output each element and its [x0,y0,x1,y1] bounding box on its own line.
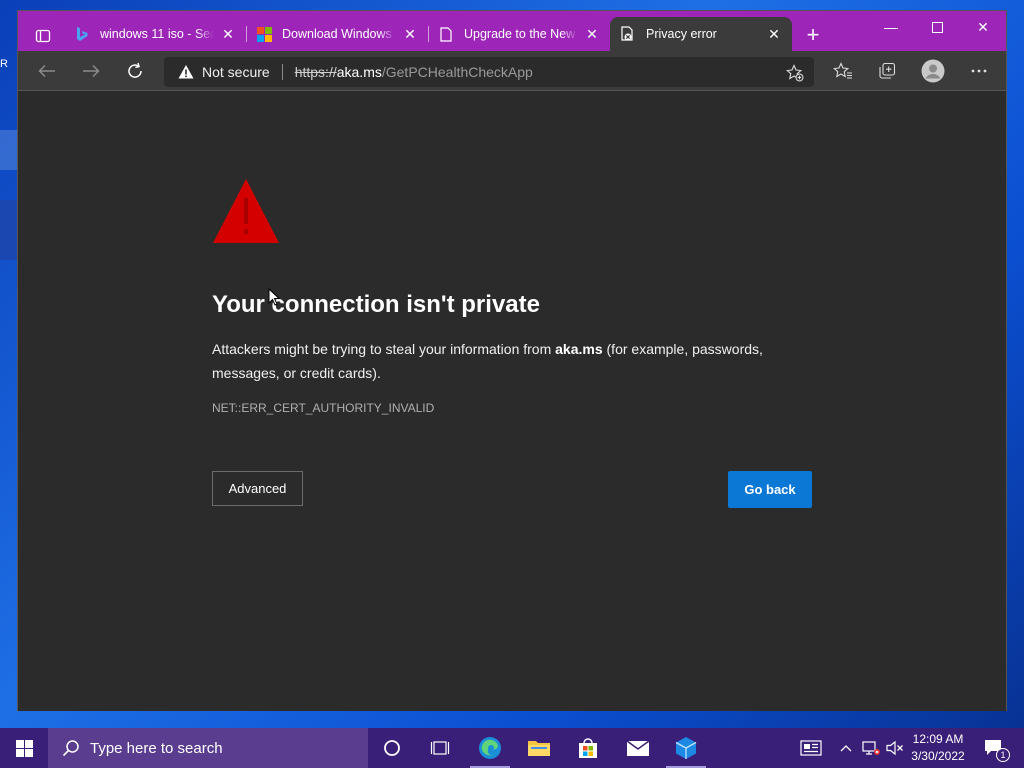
error-page-icon [620,26,636,42]
tab-privacy-error[interactable]: Privacy error ✕ [610,17,792,51]
warning-triangle-icon [213,179,279,243]
microsoft-icon [256,26,272,42]
close-tab-icon[interactable]: ✕ [584,26,600,43]
settings-more-button[interactable] [968,60,990,82]
page-icon [438,26,454,42]
network-button[interactable] [860,728,882,768]
tab-actions-button[interactable] [28,24,58,48]
tab-bing-search[interactable]: windows 11 iso - Search ✕ [64,17,246,51]
url-host: aka.ms [336,64,382,80]
refresh-button[interactable] [122,59,148,83]
tab-label: windows 11 iso - Search [100,27,214,41]
network-icon [862,741,880,755]
close-icon: ✕ [977,18,989,35]
mail-button[interactable] [614,728,662,768]
address-bar[interactable]: Not secure https://aka.ms/GetPCHealthChe… [164,57,814,87]
go-back-button[interactable]: Go back [728,471,812,508]
not-secure-warning-icon[interactable] [178,64,194,80]
desktop-icon-fragment[interactable] [0,200,18,260]
app-button[interactable] [662,728,710,768]
bing-icon [74,26,90,42]
url-protocol: https:// [294,64,337,80]
folder-icon [528,741,550,756]
clock-date: 3/30/2022 [911,749,965,763]
close-window-button[interactable]: ✕ [960,11,1006,43]
collections-button[interactable] [876,60,898,82]
refresh-icon [128,62,142,78]
tab-label: Privacy error [646,27,717,41]
clock-time: 12:09 AM [912,732,964,746]
close-tab-icon[interactable]: ✕ [402,26,418,43]
cortana-button[interactable] [368,728,416,768]
close-tab-icon[interactable]: ✕ [766,26,782,43]
avatar [921,59,945,83]
tab-label: Download Windows 11 [282,27,396,41]
url-path: /GetPCHealthCheckApp [381,64,533,80]
desc-host: aka.ms [555,341,603,357]
minimize-button[interactable]: — [868,11,914,43]
chevron-up-icon [840,745,852,752]
file-explorer-button[interactable] [515,728,563,768]
tab-strip: windows 11 iso - Search ✕ Download Windo… [64,17,792,51]
advanced-button[interactable]: Advanced [212,471,303,506]
security-status-label[interactable]: Not secure [202,64,270,80]
taskbar-search-box[interactable]: Type here to search [48,728,368,768]
tab-label: Upgrade to the New Windows [464,27,578,41]
desc-text: Attackers might be trying to steal your … [212,341,556,357]
mouse-cursor-icon [268,288,280,306]
back-arrow-icon [38,64,55,78]
windows-logo-icon [15,739,33,757]
volume-muted-icon [886,740,903,756]
task-view-icon [430,741,450,755]
profile-button[interactable] [921,59,945,83]
desktop-icon-fragment[interactable]: R [0,58,18,70]
error-page: Your connection isn't private Attackers … [18,91,1006,711]
minimize-icon: — [884,19,898,35]
store-icon [579,738,597,758]
page-title: Your connection isn't private [212,291,540,318]
app-cube-icon [675,737,697,759]
edge-icon [479,737,501,759]
window-controls: — ✕ [868,11,1006,43]
desktop-icon-fragment[interactable] [0,130,18,170]
news-widget-button[interactable] [796,728,826,768]
action-center-button[interactable]: 1 [980,728,1010,768]
maximize-button[interactable] [914,11,960,43]
cortana-icon [384,740,400,756]
more-horizontal-icon [971,69,987,73]
new-tab-button[interactable]: + [802,24,824,47]
close-tab-icon[interactable]: ✕ [220,26,236,43]
show-hidden-icons-button[interactable] [836,728,856,768]
forward-arrow-icon [83,64,100,78]
microsoft-store-button[interactable] [564,728,612,768]
search-placeholder: Type here to search [90,739,223,757]
browser-window: windows 11 iso - Search ✕ Download Windo… [17,10,1007,711]
search-icon [62,740,79,757]
news-icon [800,740,822,756]
taskbar: Type here to search 12:09 AM 3/30/2022 1 [0,728,1024,768]
title-bar: windows 11 iso - Search ✕ Download Windo… [18,11,1006,51]
maximize-icon [931,21,943,33]
taskbar-clock[interactable]: 12:09 AM 3/30/2022 [905,731,971,765]
browser-toolbar: Not secure https://aka.ms/GetPCHealthChe… [18,51,1006,91]
volume-button[interactable] [884,728,906,768]
error-code[interactable]: NET::ERR_CERT_AUTHORITY_INVALID [212,401,434,415]
favorites-icon [833,62,852,79]
task-view-button[interactable] [416,728,464,768]
mail-icon [626,740,650,756]
taskbar-edge-button[interactable] [466,728,514,768]
collections-icon [879,62,896,79]
favorites-button[interactable] [832,60,854,82]
tab-upgrade-windows[interactable]: Upgrade to the New Windows ✕ [428,17,610,51]
back-button[interactable] [34,59,60,83]
notification-count-badge: 1 [996,748,1010,762]
start-button[interactable] [0,728,48,768]
forward-button[interactable] [78,59,104,83]
error-description: Attackers might be trying to steal your … [212,337,792,385]
tab-download-windows[interactable]: Download Windows 11 ✕ [246,17,428,51]
add-favorite-icon[interactable] [786,64,804,82]
tab-actions-icon [35,29,51,43]
address-divider [281,64,283,80]
